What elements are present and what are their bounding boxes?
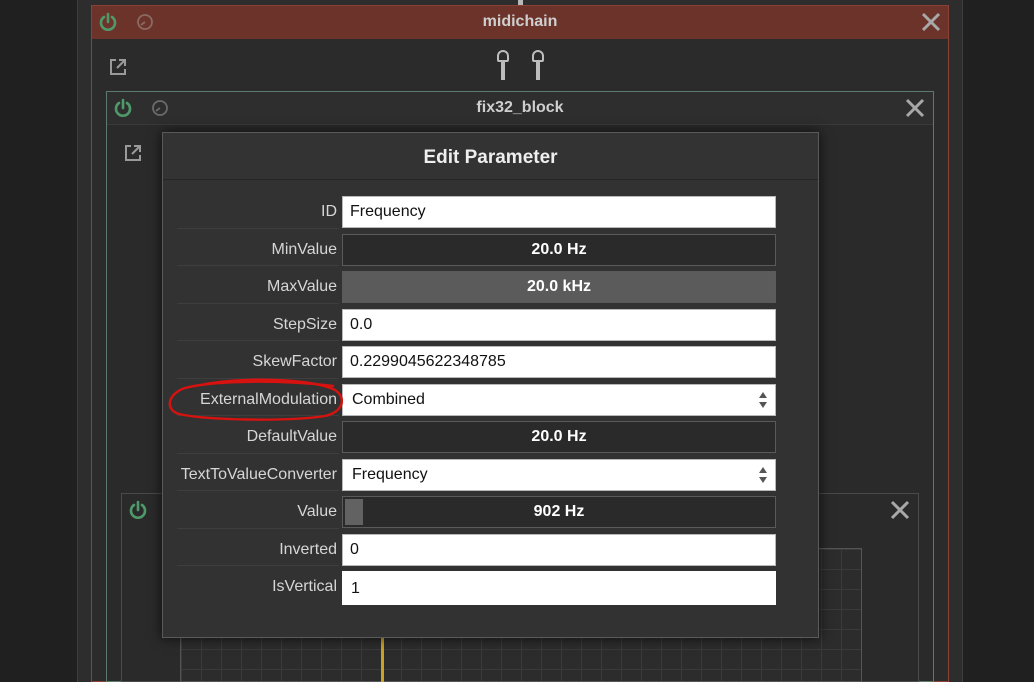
id-input[interactable]: Frequency [342,196,776,228]
close-icon[interactable] [889,499,911,521]
close-icon[interactable] [904,97,926,119]
text-to-value-converter-label: TextToValueConverter [180,465,337,483]
midichain-titlebar[interactable]: midichain [92,6,948,39]
default-value-text: 20.0 Hz [531,428,587,445]
skew-factor-input[interactable]: 0.2299045622348785 [342,346,776,378]
midichain-title: midichain [482,13,558,30]
row-min-value: MinValue 20.0 Hz [177,231,777,269]
fix32-block-title: fix32_block [476,99,564,116]
external-modulation-value: Combined [352,390,425,408]
fix32-block-titlebar[interactable]: fix32_block [107,92,933,125]
row-text-to-value-converter: TextToValueConverter Frequency [177,456,777,494]
min-value-label: MinValue [271,240,337,258]
text-to-value-converter-value: Frequency [352,465,428,483]
annotation-circle [168,378,344,421]
row-skew-factor: SkewFactor 0.2299045622348785 [177,343,777,381]
row-is-vertical: IsVertical 1 [177,568,777,606]
midi-input-pin[interactable] [532,50,544,80]
dialog-title: Edit Parameter [163,133,818,180]
row-id: ID Frequency [177,193,777,231]
value-slider[interactable]: 902 Hz [342,496,776,528]
power-icon[interactable] [128,500,148,520]
updown-arrows-icon [758,466,768,484]
updown-arrows-icon [758,391,768,409]
row-value: Value 902 Hz [177,493,777,531]
value-label: Value [297,503,337,520]
row-step-size: StepSize 0.0 [177,306,777,344]
max-value-label: MaxValue [267,278,337,295]
row-inverted: Inverted 0 [177,531,777,569]
skew-factor-label: SkewFactor [252,353,337,370]
is-vertical-label: IsVertical [272,578,337,595]
close-icon[interactable] [920,11,942,33]
max-value-slider[interactable]: 20.0 kHz [342,271,776,303]
popout-icon[interactable] [123,143,143,163]
min-value-text: 20.0 Hz [531,240,587,258]
graph-marker [381,636,384,682]
inverted-label: Inverted [279,540,337,558]
external-modulation-select[interactable]: Combined [342,383,776,416]
inverted-input[interactable]: 0 [342,533,776,566]
min-value-slider[interactable]: 20.0 Hz [342,233,776,266]
row-max-value: MaxValue 20.0 kHz [177,268,777,306]
max-value-text: 20.0 kHz [526,278,592,295]
midi-input-pin[interactable] [497,50,509,80]
popout-icon[interactable] [108,57,128,77]
id-label: ID [321,203,337,220]
default-value-slider[interactable]: 20.0 Hz [342,421,776,453]
value-slider-fill [345,499,363,525]
step-size-input[interactable]: 0.0 [342,308,776,341]
is-vertical-input[interactable]: 1 [342,571,776,605]
step-size-label: StepSize [272,315,337,333]
value-text: 902 Hz [533,503,585,520]
default-value-label: DefaultValue [246,428,337,445]
text-to-value-converter-select[interactable]: Frequency [342,458,776,491]
row-default-value: DefaultValue 20.0 Hz [177,418,777,456]
